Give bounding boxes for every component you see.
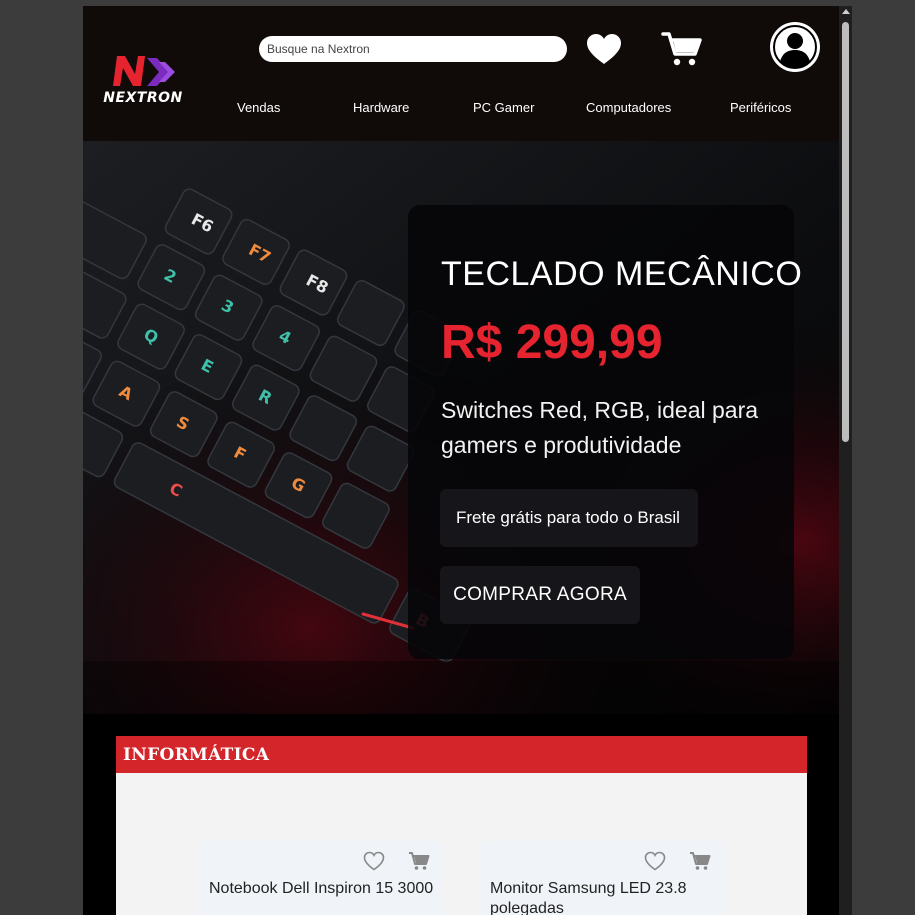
vertical-scrollbar[interactable] <box>839 6 852 915</box>
nav-item-pc-gamer[interactable]: PC Gamer <box>473 100 534 115</box>
scroll-up-arrow-icon[interactable] <box>842 9 850 14</box>
shipping-badge: Frete grátis para todo o Brasil <box>440 489 698 547</box>
product-card[interactable]: Monitor Samsung LED 23.8 polegadas <box>480 841 724 915</box>
brand-logo[interactable]: NEXTRON <box>103 52 183 108</box>
nav-item-vendas[interactable]: Vendas <box>237 100 280 115</box>
cart-icon[interactable] <box>661 30 703 68</box>
hero-title: TECLADO MECÂNICO <box>441 255 803 293</box>
hero-price: R$ 299,99 <box>441 316 663 369</box>
page: NEXTRON Vendas Hardware PC Gamer Computa… <box>83 6 839 915</box>
product-name[interactable]: Monitor Samsung LED 23.8 polegadas <box>490 879 718 915</box>
hero-promo-card: TECLADO MECÂNICO R$ 299,99 Switches Red,… <box>408 205 802 659</box>
section-title: INFORMÁTICA <box>123 745 270 765</box>
site-header: NEXTRON Vendas Hardware PC Gamer Computa… <box>83 6 839 141</box>
section-header: INFORMÁTICA <box>116 736 807 773</box>
scroll-thumb[interactable] <box>842 22 849 442</box>
search-input[interactable] <box>259 36 567 62</box>
logo-mark-icon <box>113 56 175 86</box>
nav-item-perifericos[interactable]: Periféricos <box>730 100 791 115</box>
informatica-section: INFORMÁTICA Notebook Dell Inspiron 15 30… <box>116 736 807 915</box>
brand-name: NEXTRON <box>103 90 183 106</box>
favorite-heart-icon[interactable] <box>363 851 385 871</box>
nav-item-hardware[interactable]: Hardware <box>353 100 409 115</box>
favorite-heart-icon[interactable] <box>644 851 666 871</box>
hero-banner: F6 F7 F8 2 3 4 Q E R A S F G Z C B <box>83 141 839 714</box>
buy-now-button[interactable]: COMPRAR AGORA <box>440 566 640 624</box>
add-to-cart-icon[interactable] <box>408 851 430 871</box>
product-card[interactable]: Notebook Dell Inspiron 15 3000 <box>199 841 443 915</box>
nav-item-computadores[interactable]: Computadores <box>586 100 671 115</box>
product-name[interactable]: Notebook Dell Inspiron 15 3000 <box>209 879 437 899</box>
hero-description: Switches Red, RGB, ideal para gamers e p… <box>441 397 759 458</box>
add-to-cart-icon[interactable] <box>689 851 711 871</box>
user-icon[interactable] <box>769 21 821 73</box>
heart-icon[interactable] <box>586 33 622 65</box>
